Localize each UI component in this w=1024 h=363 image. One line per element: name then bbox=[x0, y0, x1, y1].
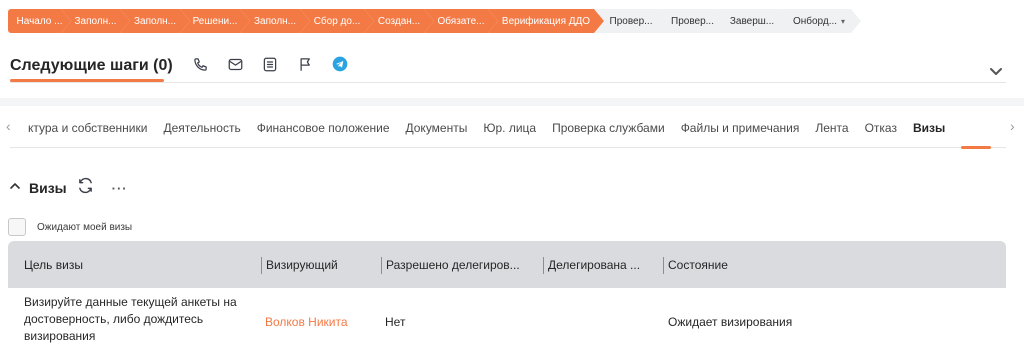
table-header: Цель визы Визирующий Разрешено делегиров… bbox=[8, 241, 1006, 288]
stage-step[interactable]: Создан... bbox=[364, 9, 434, 33]
tab-item[interactable]: Проверка службами bbox=[544, 121, 673, 135]
stage-label: Создан... bbox=[377, 15, 421, 27]
stage-step[interactable]: Онборд... ▾ bbox=[777, 9, 861, 33]
visa-goal: Визируйте данные текущей анкеты на досто… bbox=[24, 295, 237, 343]
mail-icon[interactable] bbox=[226, 55, 244, 73]
stage-step[interactable]: Провер... bbox=[658, 9, 727, 33]
stage-step[interactable]: Провер... bbox=[594, 9, 668, 33]
next-steps-title[interactable]: Следующие шаги (0) bbox=[10, 57, 173, 75]
tab-item[interactable]: Юр. лица bbox=[475, 121, 544, 135]
tab-item[interactable]: Деятельность bbox=[155, 121, 248, 135]
my-visas-label: Ожидают моей визы bbox=[37, 221, 133, 233]
stage-label: Заполн... bbox=[74, 15, 117, 27]
tab-baseline bbox=[10, 147, 1006, 148]
stage-label: Заверш... bbox=[729, 15, 775, 27]
phone-icon[interactable] bbox=[191, 55, 209, 73]
stage-label: Провер... bbox=[609, 15, 653, 27]
stage-label: Верификация ДДО bbox=[501, 15, 591, 27]
tab-item[interactable]: Отказ bbox=[857, 121, 905, 135]
stage-progress-bar: Начало ... Заполн... Заполн... Решени... Зап… bbox=[8, 9, 1016, 33]
column-separator[interactable] bbox=[663, 257, 664, 274]
more-options-icon[interactable]: ··· bbox=[112, 181, 128, 196]
tab-item[interactable]: Лента bbox=[807, 121, 856, 135]
visas-title: Визы bbox=[29, 180, 67, 196]
flag-icon[interactable] bbox=[296, 55, 314, 73]
visa-delegation-allowed: Нет bbox=[385, 315, 406, 329]
column-signer[interactable]: Визирующий bbox=[266, 258, 338, 272]
stage-step[interactable]: Заверш... bbox=[717, 9, 787, 33]
stage-label: Сбор до... bbox=[313, 15, 361, 27]
chevron-down-icon[interactable] bbox=[986, 61, 1006, 81]
tab-item[interactable]: Документы bbox=[398, 121, 476, 135]
column-delegation-allowed[interactable]: Разрешено делегиров... bbox=[386, 258, 520, 272]
tab-item[interactable]: Визы bbox=[905, 121, 953, 135]
column-separator[interactable] bbox=[261, 257, 262, 274]
stage-step[interactable]: Сбор до... bbox=[300, 9, 374, 33]
next-steps-actions bbox=[191, 55, 349, 73]
note-icon[interactable] bbox=[261, 55, 279, 73]
visas-table: Цель визы Визирующий Разрешено делегиров… bbox=[8, 241, 1006, 350]
table-row[interactable]: Визируйте данные текущей анкеты на досто… bbox=[8, 288, 1006, 350]
tab-item[interactable]: ктура и собственники bbox=[20, 121, 155, 135]
next-steps-panel: Следующие шаги (0) bbox=[10, 45, 1006, 83]
stage-label: Обязате... bbox=[437, 15, 485, 27]
tab-item[interactable]: Файлы и примечания bbox=[673, 121, 808, 135]
tabs-scroll-right-icon[interactable]: › bbox=[1010, 118, 1015, 134]
column-state[interactable]: Состояние bbox=[668, 258, 728, 272]
stage-step[interactable]: Начало ... bbox=[8, 9, 71, 33]
tab-list: ктура и собственники Деятельность Финансов… bbox=[20, 121, 953, 135]
stage-step[interactable]: Заполн... bbox=[240, 9, 310, 33]
stage-label: Провер... bbox=[671, 15, 714, 27]
tab-item[interactable]: Финансовое положение bbox=[249, 121, 398, 135]
stage-label: Заполн... bbox=[253, 15, 297, 27]
next-steps-underline bbox=[10, 79, 164, 82]
column-delegated-to[interactable]: Делегирована ... bbox=[548, 258, 640, 272]
stage-step[interactable]: Заполн... bbox=[120, 9, 190, 33]
visa-state: Ожидает визирования bbox=[668, 315, 793, 329]
tab-bar: ‹ ктура и собственники Деятельность Финанс… bbox=[0, 112, 1024, 149]
stage-label: Начало ... bbox=[16, 15, 63, 27]
caret-down-icon[interactable]: ▾ bbox=[841, 17, 845, 26]
chevron-up-icon[interactable] bbox=[9, 179, 21, 197]
stage-step[interactable]: Верификация ДДО bbox=[488, 9, 604, 33]
refresh-icon[interactable] bbox=[77, 177, 94, 199]
my-visas-checkbox[interactable] bbox=[8, 218, 26, 236]
visa-signer-link[interactable]: Волков Никита bbox=[265, 315, 348, 329]
column-separator[interactable] bbox=[543, 257, 544, 274]
stage-label: Решени... bbox=[192, 15, 238, 27]
stage-step[interactable]: Обязате... bbox=[424, 9, 498, 33]
stage-label: Онборд... bbox=[792, 15, 838, 27]
stage-step[interactable]: Решени... bbox=[180, 9, 250, 33]
active-tab-indicator bbox=[961, 146, 991, 149]
section-divider bbox=[0, 98, 1024, 106]
stage-label: Заполн... bbox=[133, 15, 177, 27]
stage-step[interactable]: Заполн... bbox=[61, 9, 130, 33]
visas-section-header: Визы ··· bbox=[9, 177, 128, 199]
column-goal[interactable]: Цель визы bbox=[24, 258, 83, 272]
telegram-icon[interactable] bbox=[331, 55, 349, 73]
column-separator[interactable] bbox=[381, 257, 382, 274]
my-visas-filter: Ожидают моей визы bbox=[8, 218, 132, 236]
tabs-scroll-left-icon[interactable]: ‹ bbox=[6, 118, 11, 134]
